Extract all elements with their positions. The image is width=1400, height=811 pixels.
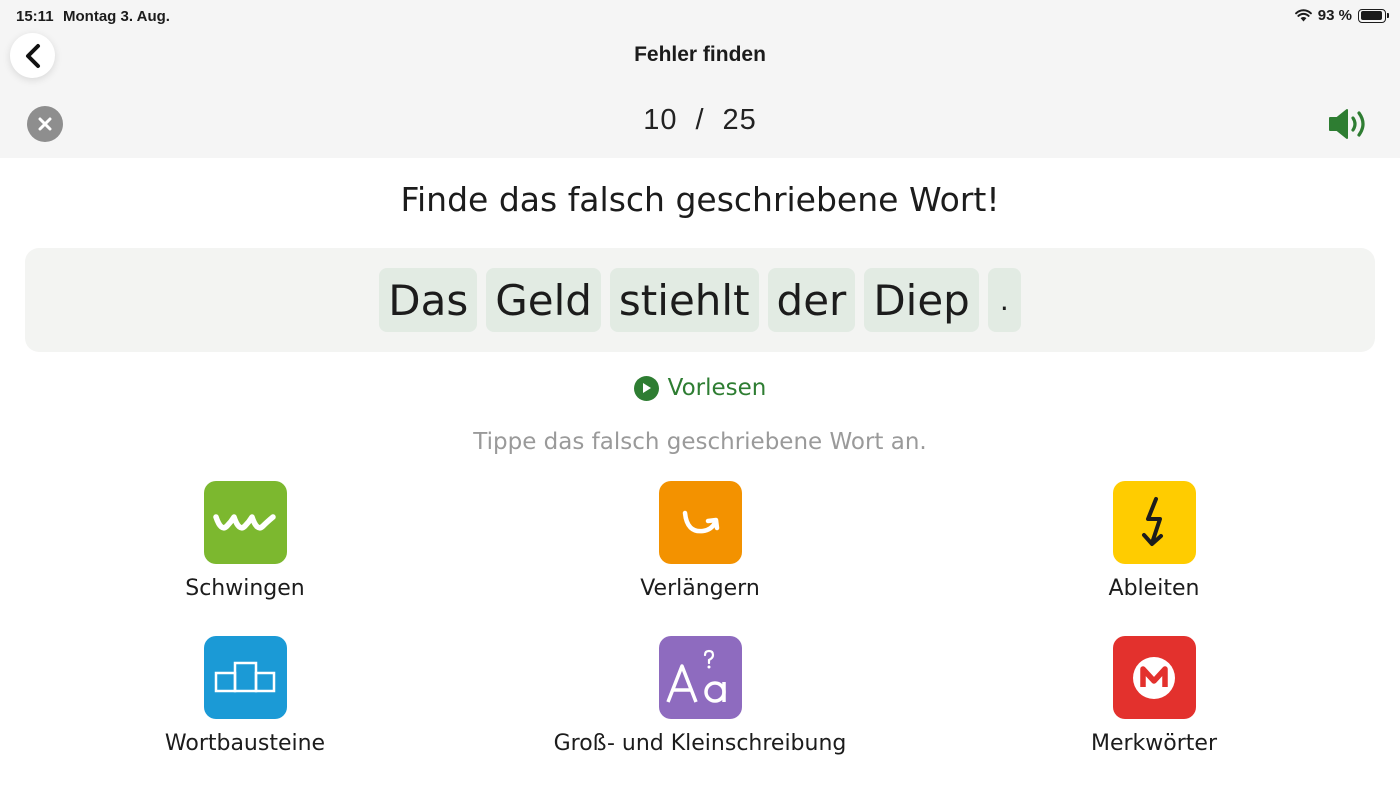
strategy-label: Merkwörter bbox=[1090, 731, 1217, 756]
strategy-wortbausteine[interactable]: Wortbausteine bbox=[75, 636, 415, 756]
word-tile[interactable]: der bbox=[767, 268, 856, 332]
strategy-tile bbox=[658, 481, 742, 564]
status-time: 15:11 bbox=[16, 8, 54, 25]
sound-button[interactable] bbox=[1327, 106, 1373, 142]
play-icon bbox=[633, 375, 659, 401]
top-bar: 15:11 Montag 3. Aug. 93 % Fehler finden … bbox=[0, 0, 1400, 158]
battery-icon bbox=[1358, 8, 1389, 23]
speaker-icon bbox=[1329, 109, 1365, 139]
page-title: Fehler finden bbox=[634, 43, 766, 66]
letter-case-icon bbox=[666, 649, 726, 703]
sentence-box: Das Geld stiehlt der Diep . bbox=[25, 248, 1375, 352]
task-instruction: Finde das falsch geschriebene Wort! bbox=[400, 180, 1000, 219]
lightning-arrow-icon bbox=[1142, 496, 1163, 546]
status-date: Montag 3. Aug. bbox=[63, 8, 170, 25]
curved-arrow-icon bbox=[682, 510, 720, 533]
building-blocks-icon bbox=[214, 661, 276, 692]
word-tile[interactable]: Das bbox=[379, 268, 478, 332]
strategy-tile bbox=[203, 481, 287, 564]
battery-percent: 93 % bbox=[1317, 7, 1352, 24]
word-row: Das Geld stiehlt der Diep . bbox=[25, 268, 1375, 332]
status-bar: 15:11 Montag 3. Aug. 93 % bbox=[0, 0, 1400, 32]
word-tile[interactable]: stiehlt bbox=[609, 268, 759, 332]
strategy-tile bbox=[1112, 481, 1196, 564]
read-aloud-label: Vorlesen bbox=[667, 375, 767, 401]
wifi-icon bbox=[1294, 9, 1312, 22]
word-tile[interactable]: Diep bbox=[864, 268, 979, 332]
strategy-label: Verlängern bbox=[640, 576, 760, 601]
memo-m-icon bbox=[1133, 656, 1175, 699]
progress-total: 25 bbox=[722, 104, 757, 136]
status-indicators: 93 % bbox=[1294, 7, 1389, 24]
strategy-label: Groß- und Kleinschreibung bbox=[553, 731, 847, 756]
read-aloud-button[interactable]: Vorlesen bbox=[0, 375, 1400, 401]
strategy-ableiten[interactable]: Ableiten bbox=[984, 481, 1324, 601]
strategy-label: Schwingen bbox=[185, 576, 305, 601]
wave-icon bbox=[213, 513, 276, 530]
strategy-gross-klein[interactable]: Groß- und Kleinschreibung bbox=[530, 636, 870, 756]
word-tile[interactable]: Geld bbox=[486, 268, 601, 332]
punctuation-tile[interactable]: . bbox=[987, 268, 1021, 332]
strategy-schwingen[interactable]: Schwingen bbox=[75, 481, 415, 601]
progress-counter: 10 / 25 bbox=[0, 104, 1400, 137]
strategy-verlaengern[interactable]: Verlängern bbox=[530, 481, 870, 601]
hint-text: Tippe das falsch geschriebene Wort an. bbox=[473, 429, 927, 455]
strategy-label: Ableiten bbox=[1108, 576, 1200, 601]
battery-level bbox=[1360, 11, 1382, 20]
strategy-tile bbox=[203, 636, 287, 719]
progress-current: 10 bbox=[643, 104, 678, 136]
strategy-tile bbox=[1112, 636, 1196, 719]
progress-separator: / bbox=[695, 104, 705, 136]
strategy-merkwoerter[interactable]: Merkwörter bbox=[984, 636, 1324, 756]
strategy-label: Wortbausteine bbox=[164, 731, 326, 756]
strategy-tile bbox=[658, 636, 742, 719]
